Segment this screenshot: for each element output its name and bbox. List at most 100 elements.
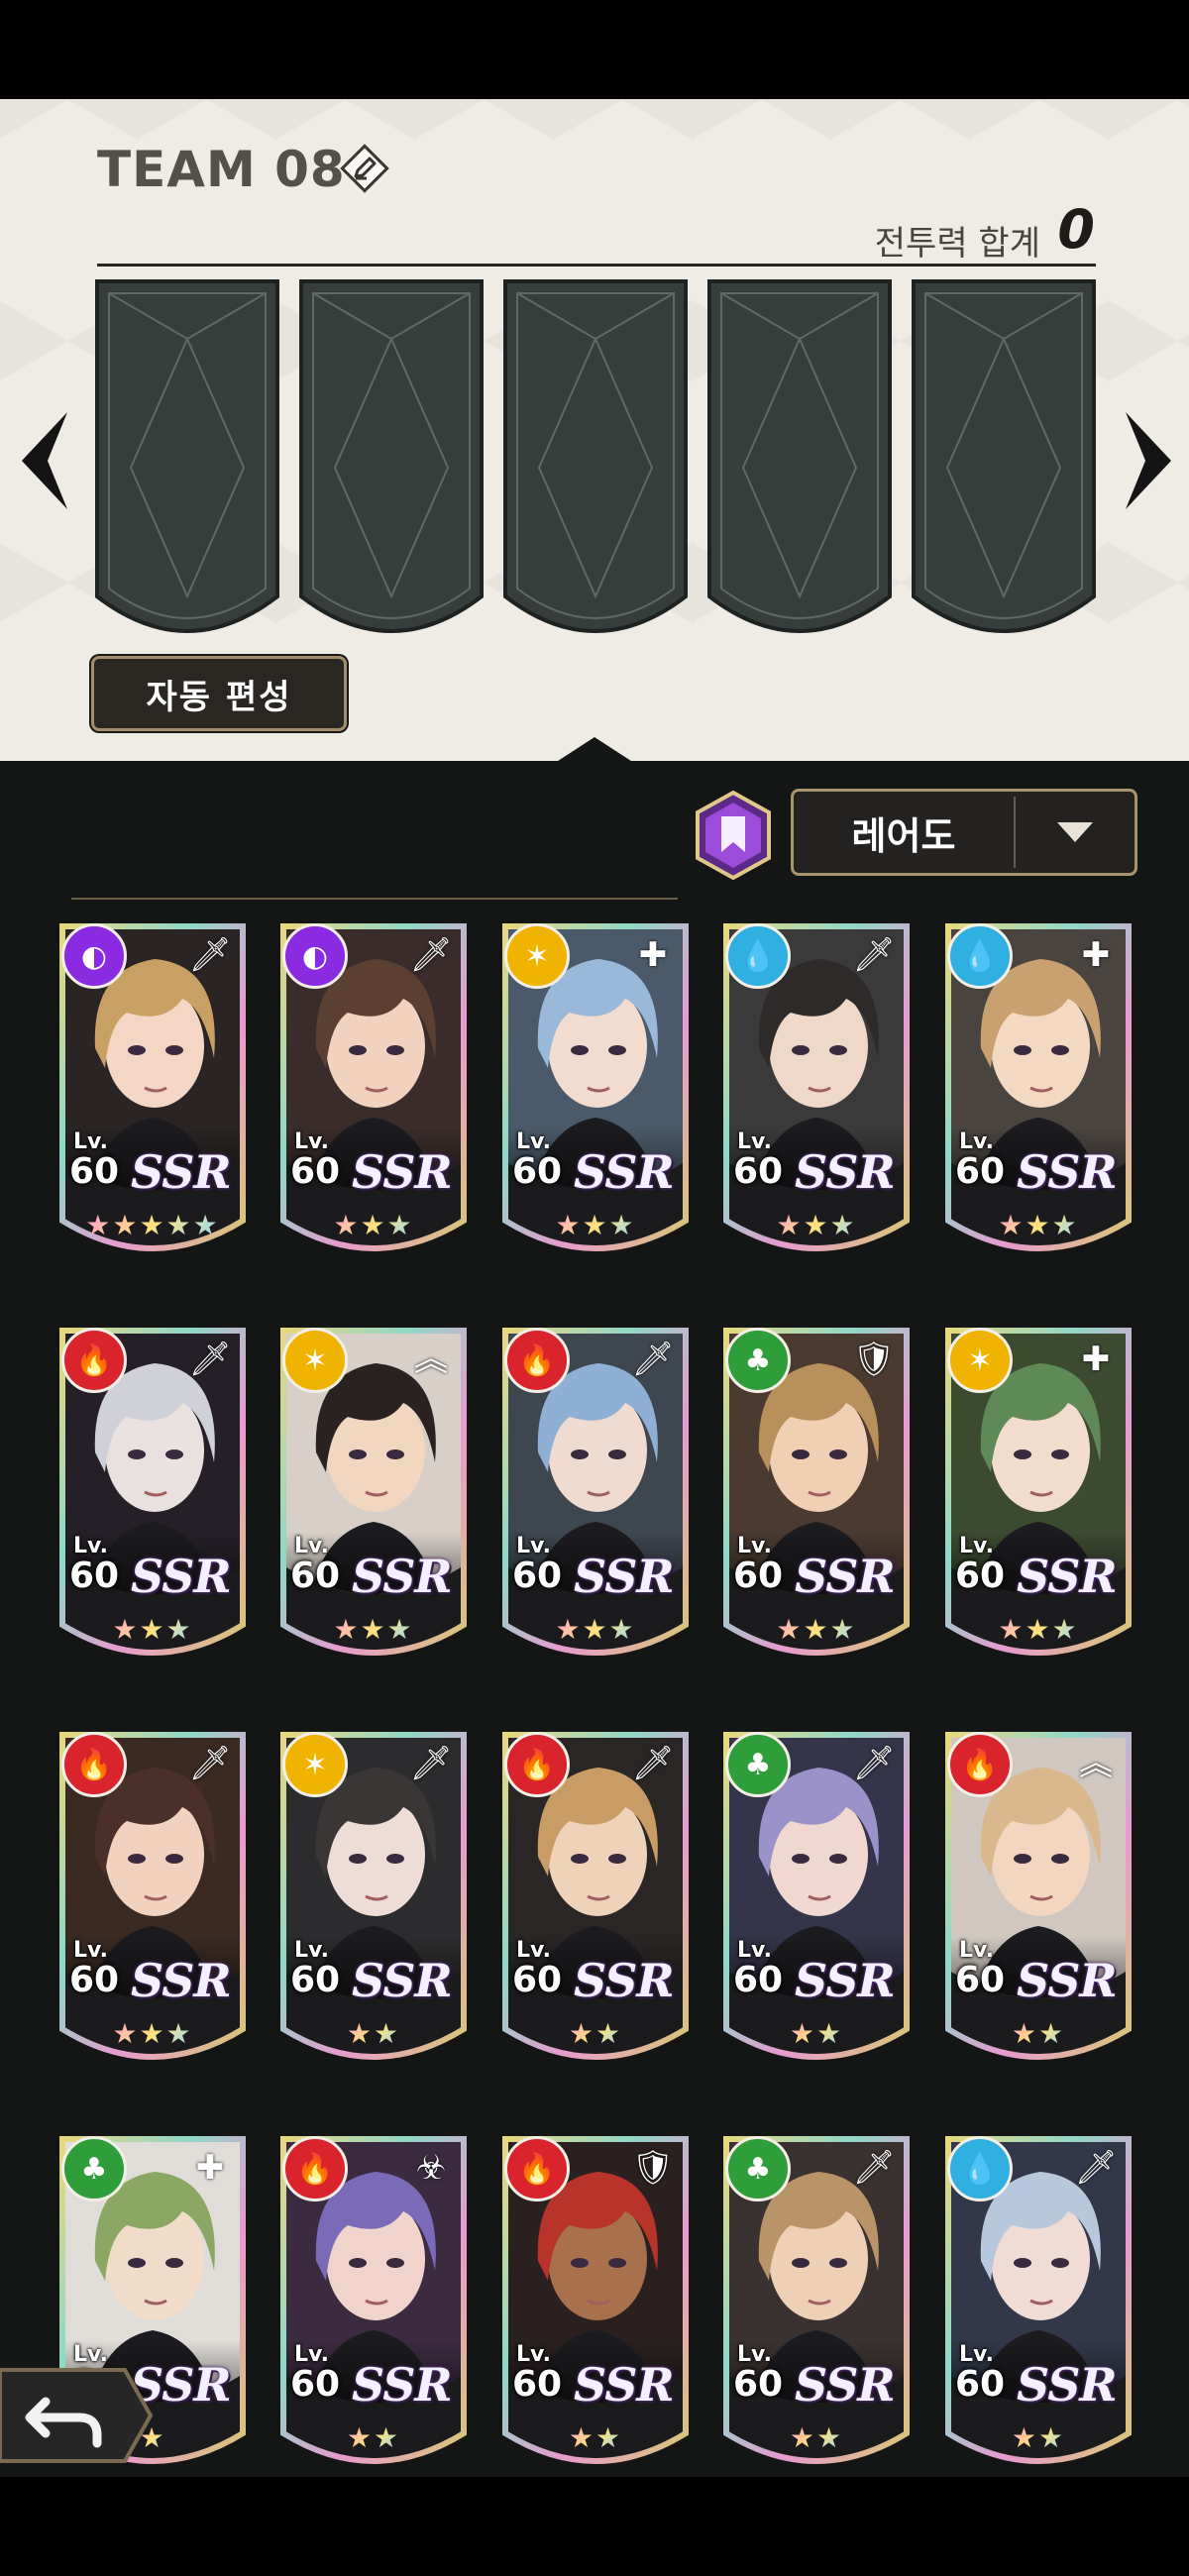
level-value: 60 [733,2364,784,2405]
stars: ★★★ [555,1209,636,1241]
stars: ★★ [346,2421,401,2454]
star-rating: ★★ [945,2421,1132,2454]
level-value: 60 [955,1151,1006,1192]
star-rating: ★★★ [945,1209,1132,1241]
sword-role-icon: 🗡 [409,1744,453,1783]
bookmark-filter-icon[interactable] [694,791,773,880]
level-value: 60 [512,1556,563,1596]
star-rating: ★★ [723,2421,910,2454]
character-card[interactable]: ✶ ✚ Lv. 60 SSR ★★★ [945,1328,1132,1672]
character-card[interactable]: 🔥 🗡 Lv. 60 SSR ★★★ [59,1732,246,2077]
level-value: 60 [290,2364,341,2405]
rarity-badge: SSR [352,1954,453,2007]
sort-dropdown[interactable]: 레어도 [791,789,1137,876]
auto-formation-button[interactable]: 자동 편성 [91,656,347,731]
stars: ★★★ [776,1613,857,1646]
level-value: 60 [512,2364,563,2405]
level-value: 60 [69,1960,120,2000]
level-value: 60 [512,1960,563,2000]
star-rating: ★★ [502,2017,689,2050]
wind-element-icon: ♣ [61,2136,127,2201]
rarity-badge: SSR [1017,1145,1118,1199]
character-card[interactable]: ✶ ✚ Lv. 60 SSR ★★★ [502,923,689,1268]
character-card[interactable]: 🔥 🗡 Lv. 60 SSR ★★★ [59,1328,246,1672]
character-card[interactable]: 🔥 ☣ Lv. 60 SSR ★★ [280,2136,467,2481]
team-slot-2[interactable] [299,279,484,648]
sort-selected-value: 레어도 [851,813,956,858]
stars: ★★★★★ [85,1209,220,1241]
total-power-value: 0 [1057,198,1095,261]
character-card[interactable]: 🔥 🛡 Lv. 60 SSR ★★ [502,2136,689,2481]
team-slot-1[interactable] [95,279,279,648]
character-card[interactable]: 💧 🗡 Lv. 60 SSR ★★ [945,2136,1132,2481]
level-value: 60 [955,1556,1006,1596]
rarity-badge: SSR [795,1550,896,1603]
sword-role-icon: 🗡 [188,1340,232,1379]
level-value: 60 [955,2364,1006,2405]
character-card[interactable]: ♣ 🛡 Lv. 60 SSR ★★★ [723,1328,910,1672]
character-card[interactable]: 💧 ✚ Lv. 60 SSR ★★★ [945,923,1132,1268]
team-slot-5[interactable] [912,279,1096,648]
back-button[interactable] [0,2366,155,2465]
level-value: 60 [69,1151,120,1192]
plus-role-icon: ✚ [1081,1340,1111,1379]
next-team-arrow[interactable] [1120,406,1179,515]
star-rating: ★★★ [59,2017,246,2050]
rarity-badge: SSR [131,1550,232,1603]
sword-role-icon: 🗡 [852,935,896,975]
fire-element-icon: 🔥 [504,2136,570,2201]
stars: ★★★ [333,1209,414,1241]
stars: ★★★ [555,1613,636,1646]
stars: ★★ [346,2017,401,2050]
rarity-badge: SSR [574,1550,675,1603]
team-panel: TEAM 08 전투력 합계 0 자동 편성 [0,99,1189,761]
sword-role-icon: 🗡 [188,935,232,975]
shield-role-icon: 🛡 [852,1340,896,1379]
character-card[interactable]: ✶ 🗡 Lv. 60 SSR ★★ [280,1732,467,2077]
rarity-badge: SSR [131,1145,232,1199]
water-element-icon: 💧 [725,923,791,989]
level-value: 60 [290,1556,341,1596]
divider [97,264,1096,267]
team-slot-4[interactable] [707,279,892,648]
character-card[interactable]: 💧 🗡 Lv. 60 SSR ★★★ [723,923,910,1268]
character-card[interactable]: ✶ ︽ Lv. 60 SSR ★★★ [280,1328,467,1672]
character-card[interactable]: 🔥 ︽ Lv. 60 SSR ★★ [945,1732,1132,2077]
plus-role-icon: ✚ [195,2148,225,2188]
level-value: 60 [69,1556,120,1596]
light-element-icon: ✶ [947,1328,1013,1393]
light-element-icon: ✶ [504,923,570,989]
fire-element-icon: 🔥 [61,1328,127,1393]
chevron-role-icon: ︽ [414,1340,448,1379]
stars: ★★★ [112,2017,193,2050]
prev-team-arrow[interactable] [14,406,73,515]
sword-role-icon: 🗡 [188,1744,232,1783]
star-rating: ★★ [723,2017,910,2050]
sword-role-icon: 🗡 [631,1744,675,1783]
star-rating: ★★★ [280,1209,467,1241]
character-card[interactable]: ♣ 🗡 Lv. 60 SSR ★★ [723,2136,910,2481]
total-power-label: 전투력 합계 [874,224,1040,264]
chevron-role-icon: ︽ [1079,1744,1113,1783]
character-card[interactable]: ♣ 🗡 Lv. 60 SSR ★★ [723,1732,910,2077]
character-card[interactable]: 🔥 🗡 Lv. 60 SSR ★★ [502,1732,689,2077]
rarity-badge: SSR [574,2358,675,2412]
character-card[interactable]: 🔥 🗡 Lv. 60 SSR ★★★ [502,1328,689,1672]
star-rating: ★★ [280,2017,467,2050]
star-rating: ★★ [945,2017,1132,2050]
sword-role-icon: 🗡 [852,1744,896,1783]
stars: ★★★ [998,1209,1079,1241]
star-rating: ★★★ [280,1613,467,1646]
stars: ★★ [568,2421,623,2454]
team-slot-3[interactable] [503,279,688,648]
wind-element-icon: ♣ [725,1732,791,1797]
biohazard-role-icon: ☣ [415,2148,447,2188]
character-card[interactable]: ◐ 🗡 Lv. 60 SSR ★★★ [280,923,467,1268]
star-rating: ★★ [280,2421,467,2454]
status-bar [0,0,1189,99]
sword-role-icon: 🗡 [852,2148,896,2188]
rarity-badge: SSR [1017,2358,1118,2412]
edit-team-name-icon[interactable] [337,141,392,196]
level-value: 60 [733,1556,784,1596]
character-card[interactable]: ◐ 🗡 Lv. 60 SSR ★★★★★ [59,923,246,1268]
